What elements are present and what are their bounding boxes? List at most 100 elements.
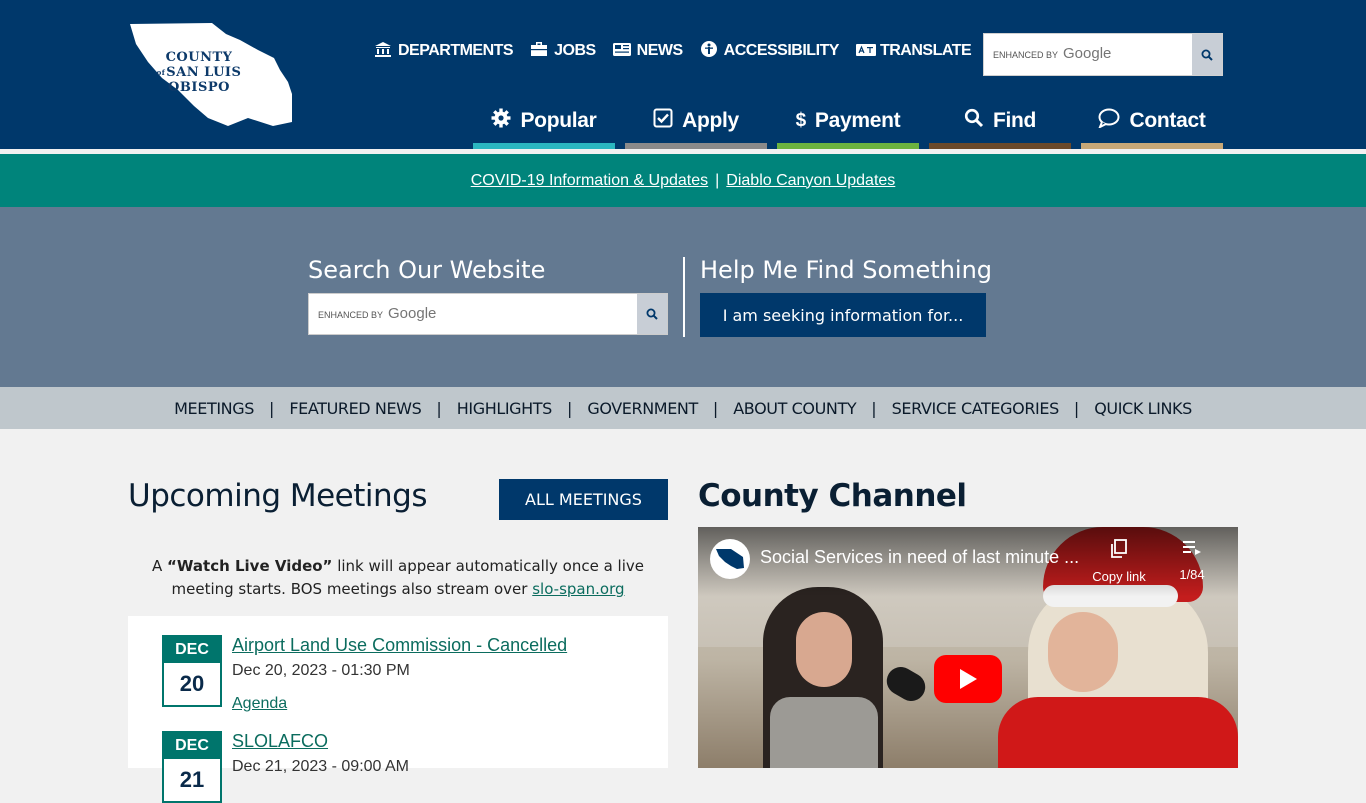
nav-find[interactable]: Find — [929, 96, 1071, 149]
copy-link-label: Copy link — [1092, 569, 1146, 584]
meeting-datetime: Dec 20, 2023 - 01:30 PM — [232, 662, 410, 679]
header-search-placeholder: ENHANCED BY Google — [993, 45, 1111, 62]
date-month: DEC — [164, 733, 220, 759]
header-search-input[interactable]: ENHANCED BY Google — [983, 33, 1223, 76]
nav-translate-label: TRANSLATE — [879, 41, 972, 59]
section-separator: | — [712, 398, 719, 418]
site-header: COUNTY ofSAN LUIS OBISPO DEPARTMENTS JOB… — [0, 0, 1366, 149]
gear-icon — [491, 108, 511, 134]
chat-icon — [1098, 108, 1120, 134]
county-channel-title: County Channel — [698, 478, 967, 514]
nav-find-label: Find — [992, 108, 1037, 132]
website-search-button[interactable] — [637, 294, 667, 334]
section-link-about-county[interactable]: ABOUT COUNTY — [733, 399, 856, 418]
all-meetings-button[interactable]: ALL MEETINGS — [499, 479, 668, 520]
county-logo[interactable]: COUNTY ofSAN LUIS OBISPO — [128, 22, 294, 128]
nav-payment[interactable]: $ Payment — [777, 96, 919, 149]
section-link-government[interactable]: GOVERNMENT — [587, 399, 698, 418]
meeting-datetime: Dec 21, 2023 - 09:00 AM — [232, 758, 409, 775]
enhanced-by-label: ENHANCED BY — [318, 310, 384, 320]
section-link-highlights[interactable]: HIGHLIGHTS — [457, 399, 553, 418]
date-month: DEC — [164, 637, 220, 663]
alert-separator: | — [715, 171, 720, 189]
note-watch-live: “Watch Live Video” — [167, 557, 333, 575]
date-badge: DEC 20 — [162, 635, 222, 707]
video-title[interactable]: Social Services in need of last minute .… — [760, 547, 1079, 568]
section-separator: | — [1073, 398, 1080, 418]
seeking-info-button[interactable]: I am seeking information for... — [700, 293, 986, 337]
nav-popular[interactable]: Popular — [473, 96, 615, 149]
video-person-right-face — [1048, 612, 1118, 692]
checkbox-icon — [653, 108, 673, 134]
newspaper-icon — [612, 42, 631, 59]
briefcase-icon — [530, 42, 548, 59]
search-icon — [646, 308, 658, 320]
meeting-title-link[interactable]: SLOLAFCO — [232, 731, 328, 752]
band-divider — [683, 257, 685, 337]
nav-apply[interactable]: Apply — [625, 96, 767, 149]
logo-of: of — [156, 68, 166, 77]
microphone — [881, 661, 931, 707]
nav-contact[interactable]: Contact — [1081, 96, 1223, 149]
dollar-icon: $ — [795, 109, 807, 131]
logo-line-san-luis: SAN LUIS — [166, 65, 242, 80]
play-button[interactable] — [934, 655, 1002, 703]
search-icon — [964, 108, 984, 134]
header-search-button[interactable] — [1192, 34, 1222, 75]
translate-icon — [855, 43, 876, 59]
meeting-agenda-link[interactable]: Agenda — [232, 695, 287, 713]
county-logo-text: COUNTY ofSAN LUIS OBISPO — [128, 50, 270, 95]
nav-news[interactable]: NEWS — [612, 41, 684, 60]
nav-accessibility[interactable]: ACCESSIBILITY — [700, 41, 839, 60]
section-link-featured-news[interactable]: FEATURED NEWS — [289, 399, 421, 418]
website-search-placeholder: ENHANCED BY Google — [318, 305, 436, 322]
nav-jobs[interactable]: JOBS — [530, 42, 596, 60]
logo-line-obispo: OBISPO — [168, 80, 230, 95]
alert-bar: COVID-19 Information & Updates | Diablo … — [0, 154, 1366, 207]
covid-updates-link[interactable]: COVID-19 Information & Updates — [471, 172, 708, 190]
channel-avatar[interactable] — [710, 539, 750, 579]
playlist-icon — [1174, 539, 1210, 563]
section-link-quick-links[interactable]: QUICK LINKS — [1094, 399, 1192, 418]
playlist-button[interactable]: 1/84 — [1174, 539, 1210, 582]
search-website-title: Search Our Website — [308, 256, 546, 284]
copy-link-button[interactable]: Copy link — [1090, 539, 1148, 584]
enhanced-by-label: ENHANCED BY — [993, 50, 1059, 60]
diablo-canyon-link[interactable]: Diablo Canyon Updates — [726, 172, 895, 190]
playlist-count: 1/84 — [1179, 567, 1205, 582]
search-band: Search Our Website ENHANCED BY Google Hel… — [0, 207, 1366, 387]
video-person-right-body — [998, 697, 1238, 768]
slo-span-link[interactable]: slo-span.org — [532, 580, 624, 598]
nav-apply-label: Apply — [682, 108, 739, 132]
section-separator: | — [566, 398, 573, 418]
section-separator: | — [436, 398, 442, 418]
section-nav: MEETINGS | FEATURED NEWS | HIGHLIGHTS | GOV… — [0, 387, 1366, 429]
upcoming-meetings-title: Upcoming Meetings — [128, 478, 428, 514]
section-link-meetings[interactable]: MEETINGS — [174, 399, 254, 418]
nav-payment-label: Payment — [814, 108, 901, 132]
meetings-list: DEC 20 Airport Land Use Commission - Can… — [128, 616, 668, 803]
accessibility-icon — [700, 41, 718, 60]
nav-translate[interactable]: TRANSLATE — [855, 41, 972, 60]
nav-departments[interactable]: DEPARTMENTS — [374, 41, 514, 60]
county-logo-icon — [716, 549, 744, 569]
note-prefix: A — [152, 557, 168, 575]
date-badge: DEC 21 — [162, 731, 222, 803]
live-video-note: A “Watch Live Video” link will appear au… — [148, 555, 648, 601]
website-search-input[interactable]: ENHANCED BY Google — [308, 293, 668, 335]
play-icon — [960, 669, 977, 689]
nav-news-label: NEWS — [636, 41, 684, 59]
main-nav: Popular Apply $ Payment Find Contact — [473, 96, 1223, 149]
video-player[interactable]: Social Services in need of last minute .… — [698, 527, 1238, 768]
section-separator: | — [871, 398, 877, 418]
nav-departments-label: DEPARTMENTS — [398, 41, 514, 59]
nav-jobs-label: JOBS — [554, 41, 596, 59]
google-brand: Google — [388, 305, 437, 322]
section-link-service-categories[interactable]: SERVICE CATEGORIES — [892, 399, 1060, 418]
video-person-left-body — [770, 697, 878, 768]
copy-icon — [1090, 539, 1148, 565]
help-find-title: Help Me Find Something — [700, 256, 993, 284]
video-person-left-face — [796, 612, 852, 687]
building-icon — [374, 41, 392, 60]
meeting-title-link[interactable]: Airport Land Use Commission - Cancelled — [232, 635, 567, 656]
